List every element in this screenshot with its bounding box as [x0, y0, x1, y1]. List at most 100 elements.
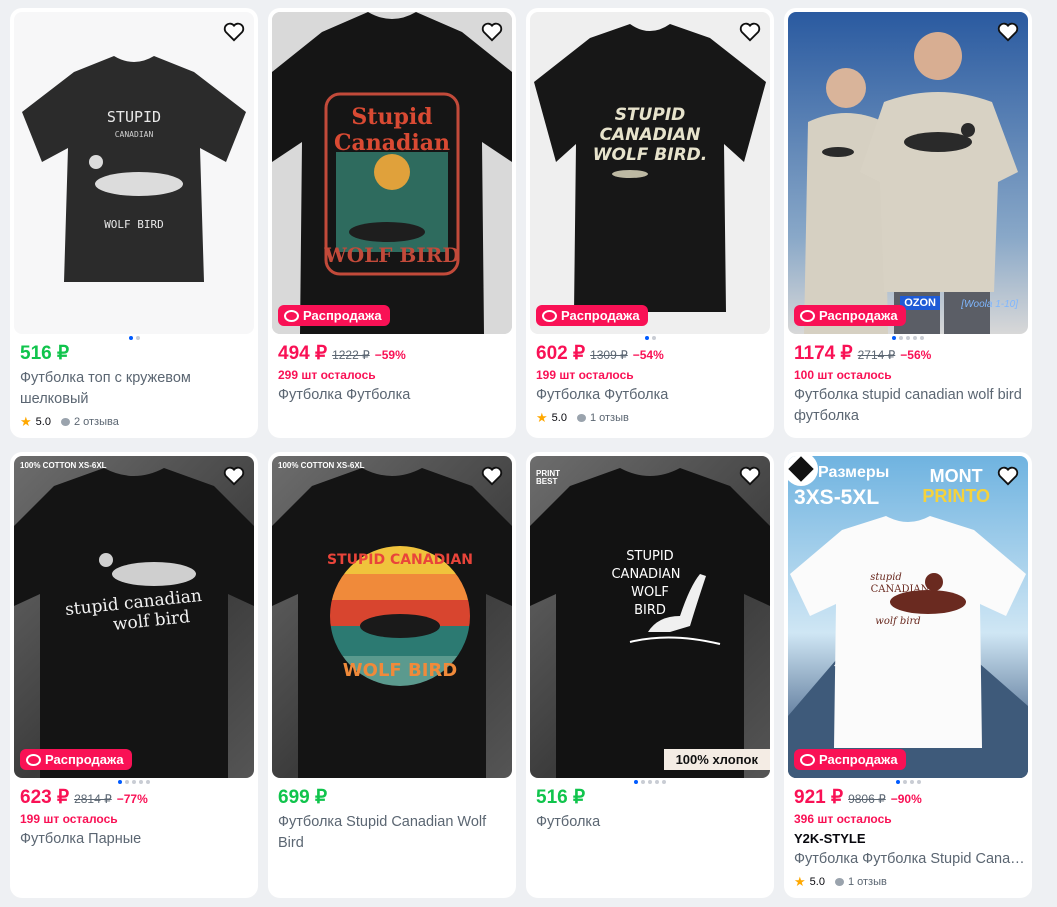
product-image[interactable]: STUPID CANADIAN WOLF BIRD 100% COTTON XS… [272, 456, 512, 778]
svg-text:WOLF BIRD: WOLF BIRD [323, 243, 459, 267]
cotton-badge: 100% хлопок [663, 749, 770, 770]
svg-text:STUPID: STUPID [626, 549, 673, 564]
discount: −54% [632, 348, 664, 362]
product-image[interactable]: stupid CANADIAN wolf bird Размеры 3XS-5X… [788, 456, 1028, 778]
product-image[interactable]: STUPID CANADIAN WOLF BIRD. Распродажа [530, 12, 770, 334]
product-image[interactable]: Stupid Canadian WOLF BIRD Распродажа [272, 12, 512, 334]
old-price: 1222 ₽ [332, 348, 370, 362]
svg-text:WOLF BIRD.: WOLF BIRD. [593, 145, 708, 165]
cotton-tag: 100% COTTON XS-6XL [20, 461, 107, 470]
favorite-heart-icon[interactable] [480, 20, 504, 44]
reviews-icon [576, 414, 586, 422]
product-title[interactable]: Футболка Футболка Stupid Canadian [794, 849, 1026, 870]
favorite-heart-icon[interactable] [738, 20, 762, 44]
svg-text:STUPID: STUPID [615, 105, 686, 125]
svg-text:WOLF BIRD: WOLF BIRD [104, 218, 164, 231]
price: 699 ₽ [278, 787, 328, 808]
product-title[interactable]: Футболка stupid canadian wolf bird футбо… [794, 385, 1026, 427]
svg-text:WOLF: WOLF [631, 585, 669, 600]
old-price: 9806 ₽ [848, 792, 886, 806]
product-title[interactable]: Футболка Футболка [278, 385, 510, 406]
discount: −90% [890, 792, 922, 806]
image-carousel-dots[interactable] [526, 780, 774, 784]
product-card[interactable]: STUPID CANADIAN WOLF BIRD 100% COTTON XS… [268, 452, 516, 898]
product-card[interactable]: STUPID CANADIAN WOLF BIRD. Распродажа 60… [526, 8, 774, 438]
reviews-icon [834, 878, 844, 886]
favorite-heart-icon[interactable] [996, 20, 1020, 44]
stock-left: 396 шт осталось [794, 812, 892, 826]
favorite-heart-icon[interactable] [480, 464, 504, 488]
favorite-heart-icon[interactable] [738, 464, 762, 488]
stock-left: 299 шт осталось [278, 368, 376, 382]
product-image[interactable]: stupid canadian wolf bird 100% COTTON XS… [14, 456, 254, 778]
seller-tag: [Woola 1-10] [961, 299, 1018, 310]
svg-text:stupid: stupid [870, 572, 902, 583]
image-carousel-dots[interactable] [10, 336, 258, 340]
ozon-logo: OZON [900, 296, 940, 310]
star-icon: ★ [20, 414, 32, 429]
product-image[interactable]: STUPID CANADIAN WOLF BIRD PRINT BEST 100… [530, 456, 770, 778]
product-card[interactable]: STUPID CANADIAN WOLF BIRD PRINT BEST 100… [526, 452, 774, 898]
brand-name[interactable]: Y2K-STYLE [794, 831, 1026, 846]
svg-text:CANADIAN: CANADIAN [871, 584, 930, 595]
svg-text:CANADIAN: CANADIAN [611, 567, 680, 582]
svg-text:Stupid: Stupid [351, 104, 432, 130]
stock-left: 199 шт осталось [536, 368, 634, 382]
promo-sizes-label: Размеры [818, 464, 890, 481]
svg-text:wolf bird: wolf bird [875, 616, 920, 627]
product-grid-row-2: stupid canadian wolf bird 100% COTTON XS… [10, 452, 1032, 898]
price: 602 ₽ [536, 343, 586, 364]
product-card[interactable]: OZON [Woola 1-10] Распродажа 1174 ₽ 2714 … [784, 8, 1032, 438]
image-carousel-dots[interactable] [526, 336, 774, 340]
image-carousel-dots[interactable] [784, 336, 1032, 340]
discount: −59% [374, 348, 406, 362]
product-image[interactable]: OZON [Woola 1-10] Распродажа [788, 12, 1028, 334]
rating: ★ 5.0 1 отзыв [536, 410, 629, 425]
favorite-heart-icon[interactable] [222, 464, 246, 488]
product-title[interactable]: Футболка Футболка [536, 385, 768, 406]
product-title[interactable]: Футболка Stupid Canadian Wolf Bird [278, 812, 510, 854]
discount: −77% [116, 792, 148, 806]
image-carousel-dots[interactable] [10, 780, 258, 784]
star-icon: ★ [794, 874, 806, 889]
price: 623 ₽ [20, 787, 70, 808]
product-title[interactable]: Футболка Парные [20, 829, 252, 850]
product-card[interactable]: stupid CANADIAN wolf bird Размеры 3XS-5X… [784, 452, 1032, 898]
image-carousel-dots[interactable] [784, 780, 1032, 784]
product-title[interactable]: Футболка [536, 812, 768, 833]
star-icon: ★ [536, 410, 548, 425]
product-card[interactable]: Stupid Canadian WOLF BIRD Распродажа 494… [268, 8, 516, 438]
svg-text:STUPID CANADIAN: STUPID CANADIAN [327, 552, 473, 568]
rating: ★ 5.0 1 отзыв [794, 874, 887, 889]
stock-left: 100 шт осталось [794, 368, 892, 382]
reviews-icon [60, 418, 70, 426]
product-title[interactable]: Футболка топ с кружевом шелковый [20, 368, 252, 410]
product-image[interactable]: STUPID CANADIAN WOLF BIRD [14, 12, 254, 334]
price: 494 ₽ [278, 343, 328, 364]
old-price: 2714 ₽ [857, 348, 896, 362]
discount: −56% [900, 348, 932, 362]
stock-left: 199 шт осталось [20, 812, 118, 826]
sale-badge: Распродажа [20, 749, 132, 770]
svg-text:CANADIAN: CANADIAN [115, 130, 154, 139]
sale-badge: Распродажа [278, 305, 390, 326]
product-card[interactable]: stupid canadian wolf bird 100% COTTON XS… [10, 452, 258, 898]
promo-size-range: 3XS-5XL [794, 486, 880, 509]
old-price: 1309 ₽ [590, 348, 628, 362]
product-card[interactable]: STUPID CANADIAN WOLF BIRD 516 ₽ Футболка… [10, 8, 258, 438]
old-price: 2814 ₽ [74, 792, 112, 806]
svg-text:BIRD: BIRD [634, 603, 666, 618]
price: 1174 ₽ [794, 343, 853, 364]
sale-badge: Распродажа [536, 305, 648, 326]
svg-text:CANADIAN: CANADIAN [600, 125, 701, 145]
svg-text:WOLF BIRD: WOLF BIRD [343, 660, 457, 681]
promo-brand: MONT PRINTO [922, 466, 990, 506]
favorite-heart-icon[interactable] [222, 20, 246, 44]
sale-badge: Распродажа [794, 305, 906, 326]
price: 516 ₽ [536, 787, 586, 808]
rating: ★ 5.0 2 отзыва [20, 414, 119, 429]
svg-text:STUPID: STUPID [107, 108, 161, 126]
favorite-heart-icon[interactable] [996, 464, 1020, 488]
price: 516 ₽ [20, 343, 70, 364]
cotton-tag: 100% COTTON XS-6XL [278, 461, 365, 470]
